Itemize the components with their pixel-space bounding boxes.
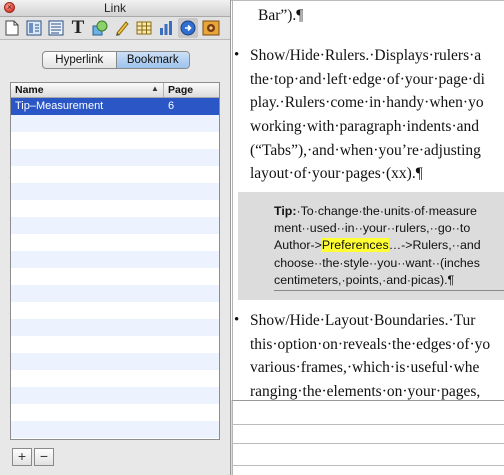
tip-rule — [274, 290, 504, 291]
empty-row — [11, 404, 219, 421]
list-rows: Tip–Measurement 6 — [11, 98, 219, 439]
empty-row — [11, 115, 219, 132]
column-header-name[interactable]: Name — [15, 84, 44, 96]
empty-row — [11, 302, 219, 319]
empty-row — [11, 319, 219, 336]
chart-icon[interactable] — [156, 18, 176, 38]
bullet2-paragraph: Show/Hide·Layout·Boundaries.·Tur this·op… — [250, 309, 490, 400]
empty-row — [11, 149, 219, 166]
palette-toolbar: T — [0, 17, 230, 40]
empty-row — [11, 268, 219, 285]
bullet1-line: Show/Hide·Rulers.·Displays·rulers·a — [250, 47, 482, 64]
sort-ascending-icon: ▲ — [151, 84, 159, 93]
empty-row — [11, 234, 219, 251]
bullet2-line: various·frames,·which·is·useful·whe — [250, 359, 480, 377]
layout-icon[interactable] — [24, 18, 44, 38]
empty-row — [11, 336, 219, 353]
empty-row — [11, 166, 219, 183]
link-icon[interactable] — [178, 18, 198, 38]
empty-row — [11, 370, 219, 387]
empty-row — [11, 200, 219, 217]
media-icon[interactable] — [200, 18, 222, 38]
empty-row — [11, 438, 219, 439]
bullet2-line: this·option·on·reveals·the·edges·of·yo — [250, 335, 491, 353]
shapes-icon[interactable] — [90, 18, 110, 38]
frame-edge — [232, 465, 504, 466]
title-bar[interactable]: × Link — [0, 0, 230, 17]
column-header-page[interactable]: Page — [168, 84, 193, 96]
frame-edge — [232, 443, 504, 444]
pencil-icon[interactable] — [112, 18, 132, 38]
table-icon[interactable] — [134, 18, 154, 38]
empty-row — [11, 251, 219, 268]
text-frame-icon[interactable] — [46, 18, 66, 38]
tip-label: Tip: — [274, 204, 297, 218]
column-divider — [163, 83, 164, 97]
bullet1-line: the·top·and·left·edge·of·your·page·di — [250, 70, 485, 88]
bookmark-name: Tip–Measurement — [15, 100, 104, 112]
bullet1-line: play.·Rulers·come·in·handy·when·yo — [250, 94, 484, 112]
bullet-marker: • — [234, 312, 240, 328]
bullet-marker: • — [234, 47, 240, 63]
empty-row — [11, 387, 219, 404]
document-text-column[interactable]: Bar”).¶ • Show/Hide·Rulers.·Displays·rul… — [232, 0, 504, 400]
add-bookmark-button[interactable]: + — [12, 448, 32, 466]
bullet1-paragraph: Show/Hide·Rulers.·Displays·rulers·a the·… — [250, 44, 485, 186]
bookmark-page: 6 — [168, 100, 175, 112]
list-item[interactable]: Tip–Measurement 6 — [11, 98, 219, 115]
bookmark-list[interactable]: Name ▲ Page Tip–Measurement 6 — [10, 82, 220, 440]
empty-row — [11, 421, 219, 438]
link-type-segmented-control: Hyperlink Bookmark — [42, 51, 190, 69]
bullet2-line: Show/Hide·Layout·Boundaries.·Tur — [250, 312, 476, 329]
empty-row — [11, 183, 219, 200]
hyperlink-tab[interactable]: Hyperlink — [43, 52, 116, 68]
text-icon[interactable]: T — [68, 17, 88, 38]
document-canvas[interactable]: Bar”).¶ • Show/Hide·Rulers.·Displays·rul… — [222, 0, 504, 475]
tip-text: Tip:·To·change·the·units·of·measure ment… — [274, 204, 481, 287]
list-header: Name ▲ Page — [11, 83, 219, 98]
empty-row — [11, 353, 219, 370]
link-palette: × Link T Hyperlink Bookmark Name ▲ Page … — [0, 0, 231, 475]
frame-edge — [232, 424, 504, 425]
remove-bookmark-button[interactable]: − — [34, 448, 54, 466]
doc-line-top: Bar”).¶ — [258, 7, 304, 24]
document-icon[interactable] — [2, 18, 22, 38]
empty-row — [11, 132, 219, 149]
bullet1-line: working·with·paragraph·indents·and — [250, 118, 479, 136]
bullet2-line: ranging·the·elements·on·your·pages, — [250, 383, 481, 400]
highlighted-text: Preferences — [321, 238, 389, 253]
empty-row — [11, 217, 219, 234]
frame-edge — [232, 400, 504, 401]
window-title: Link — [103, 1, 126, 15]
empty-row — [11, 285, 219, 302]
frame-left-edge — [232, 0, 233, 475]
bookmark-tab[interactable]: Bookmark — [115, 52, 189, 68]
bullet1-line: layout·of·your·pages·(xx).¶ — [250, 165, 423, 183]
bullet1-line: (“Tabs”),·and·when·you’re·adjusting — [250, 141, 481, 159]
